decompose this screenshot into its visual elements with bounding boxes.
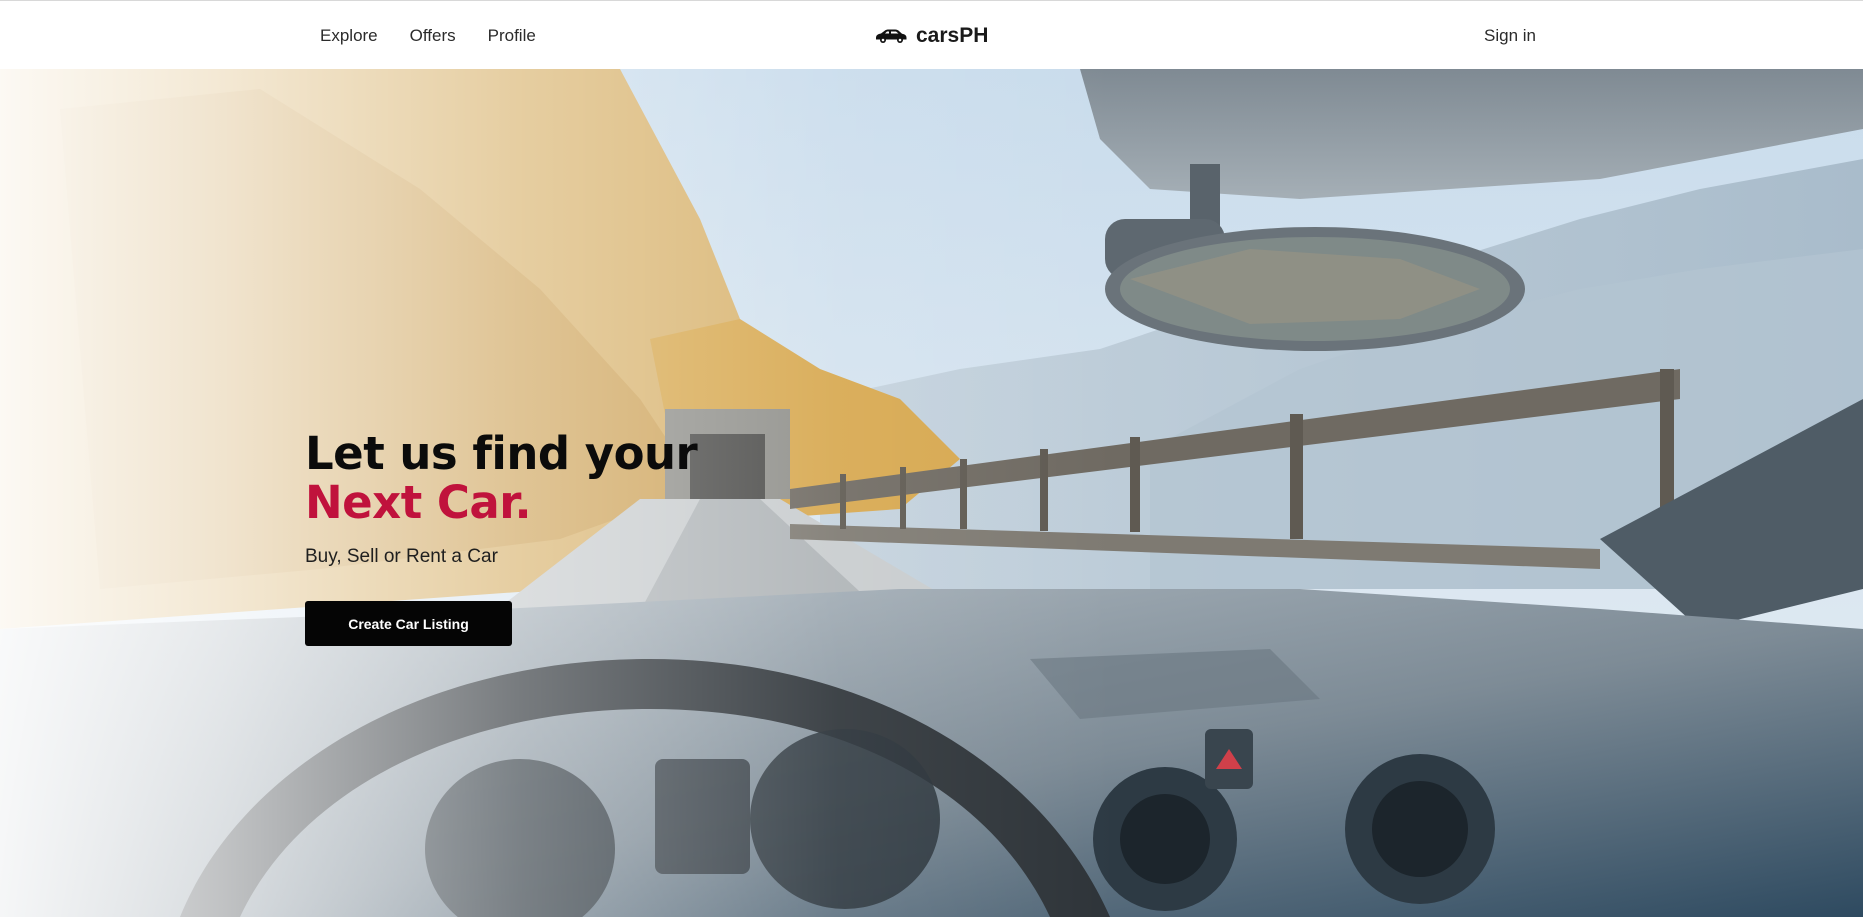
hero-section: Let us find your Next Car. Buy, Sell or … bbox=[0, 69, 1863, 917]
hero-fade-overlay bbox=[0, 69, 1863, 917]
primary-nav: Explore Offers Profile bbox=[320, 1, 536, 70]
create-car-listing-button[interactable]: Create Car Listing bbox=[305, 601, 512, 646]
hero-headline: Let us find your Next Car. bbox=[305, 427, 698, 529]
brand-logo-link[interactable]: carsPH bbox=[874, 1, 988, 70]
headline-line-2: Next Car. bbox=[305, 476, 532, 529]
sign-in-link[interactable]: Sign in bbox=[1484, 26, 1536, 46]
nav-link-explore[interactable]: Explore bbox=[320, 26, 378, 46]
top-navbar: Explore Offers Profile carsPH Sign in bbox=[0, 0, 1863, 69]
hero-subtitle: Buy, Sell or Rent a Car bbox=[305, 546, 498, 567]
nav-link-offers[interactable]: Offers bbox=[410, 26, 456, 46]
headline-line-1: Let us find your bbox=[305, 427, 698, 480]
car-icon bbox=[874, 28, 908, 44]
brand-name: carsPH bbox=[916, 23, 989, 47]
hero-content: Let us find your Next Car. Buy, Sell or … bbox=[305, 427, 698, 646]
nav-right: Sign in bbox=[1484, 1, 1536, 70]
nav-link-profile[interactable]: Profile bbox=[488, 26, 536, 46]
